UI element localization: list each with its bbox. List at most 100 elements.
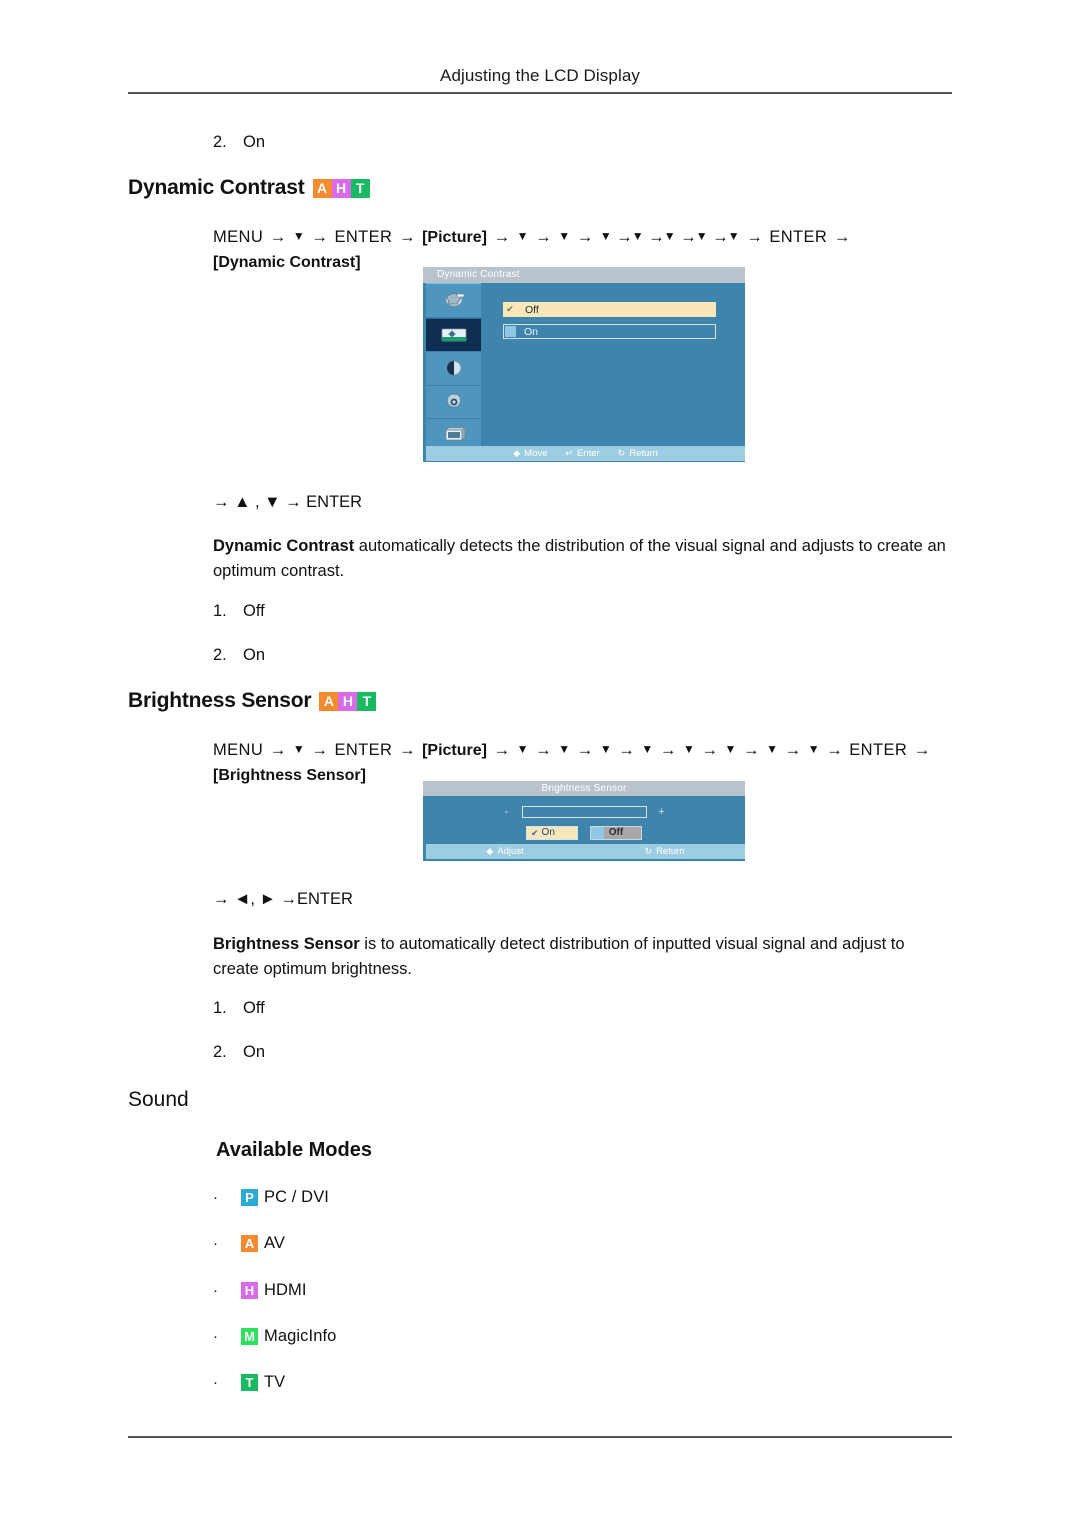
slider-minus-label[interactable]: - — [502, 806, 512, 818]
slider-plus-label[interactable]: + — [657, 806, 667, 818]
osd-footer-adjust: ◆ Adjust — [486, 844, 523, 859]
arrow-right-icon: → — [535, 228, 552, 246]
arrow-right-icon: → — [269, 228, 287, 246]
slider-track[interactable] — [521, 806, 647, 818]
description-dynamic-contrast: Dynamic Contrast automatically detects t… — [213, 534, 953, 584]
arrow-right-icon: → — [618, 741, 635, 759]
arrow-right-icon: → — [659, 741, 677, 759]
list-item: 2. On — [213, 133, 265, 152]
bullet-icon: · — [213, 1282, 218, 1299]
menu-path-enter-1: ENTER — [334, 228, 393, 246]
osd-sidebar-item-sound[interactable] — [426, 352, 481, 386]
badge-letter: P — [241, 1189, 258, 1206]
mode-label: AV — [264, 1234, 285, 1252]
osd-footer-bar: ◆ Move ↵ Enter ↻ Return — [426, 446, 745, 461]
mode-badge-group: AHT — [312, 178, 370, 198]
list-item-av: · A AV — [213, 1234, 285, 1253]
badge-letter: T — [241, 1374, 258, 1391]
mode-label: MagicInfo — [264, 1327, 337, 1345]
list-item-number: 2. — [213, 1043, 227, 1061]
osd-button-off[interactable]: Off — [590, 826, 642, 840]
section-heading-brightness-sensor: Brightness Sensor AHT — [128, 689, 377, 713]
osd-option-chip — [505, 326, 516, 337]
arrow-right-icon: → — [269, 741, 287, 759]
badge-letter: M — [241, 1328, 258, 1345]
sound-icon — [446, 361, 461, 376]
arrow-right-icon: → — [826, 741, 843, 759]
osd-button-on[interactable]: ✔ On — [526, 826, 578, 840]
arrow-down-icon: ▼ — [727, 229, 740, 243]
osd-toggle-buttons: ✔ On Off — [426, 826, 742, 840]
badge-tv-icon: T — [241, 1374, 258, 1391]
list-item-tv: · T TV — [213, 1373, 285, 1392]
osd-title: Brightness Sensor — [423, 781, 745, 796]
section-heading-text: Dynamic Contrast — [128, 176, 305, 199]
osd-footer-enter: ↵ Enter — [565, 446, 599, 461]
menu-path-menu: MENU — [213, 741, 264, 759]
arrow-right-icon: → — [576, 228, 594, 246]
menu-path-menu: MENU — [213, 228, 264, 246]
arrow-right-icon: → — [576, 741, 594, 759]
badge-hdmi-icon: H — [338, 691, 358, 711]
key-sequence-dynamic-contrast: → ▲ , ▼ → ENTER — [213, 493, 363, 511]
badge-tv-icon: T — [350, 178, 370, 198]
osd-footer-label: Return — [629, 448, 658, 459]
list-item-number: 1. — [213, 602, 227, 620]
list-item-label: On — [243, 646, 266, 664]
osd-footer-label: Adjust — [497, 846, 524, 857]
menu-path-picture: [Picture] — [422, 229, 487, 246]
osd-sidebar-item-picture[interactable] — [426, 317, 481, 353]
osd-option-off[interactable]: ✔ Off — [503, 302, 716, 317]
list-item-number: 2. — [213, 133, 227, 151]
badge-letter: H — [241, 1282, 258, 1299]
osd-button-label: On — [541, 827, 555, 838]
arrow-down-icon: ▼ — [663, 229, 676, 243]
menu-path-enter-2: ENTER — [849, 741, 908, 759]
arrow-right-icon: → — [398, 741, 416, 759]
section-heading-dynamic-contrast: Dynamic Contrast AHT — [128, 176, 370, 200]
osd-footer-label: Enter — [576, 448, 600, 459]
adjust-leftright-icon: ◆ — [486, 846, 494, 856]
mode-label: HDMI — [264, 1281, 307, 1299]
arrow-down-icon: ▼ — [599, 229, 612, 243]
enter-key-icon: ↵ — [565, 448, 573, 458]
menu-path-target: [Brightness Sensor] — [213, 767, 366, 784]
brightness-slider[interactable]: - + — [426, 806, 742, 818]
subsection-heading-available-modes: Available Modes — [216, 1139, 372, 1161]
picture-icon — [441, 328, 466, 342]
mode-label: TV — [264, 1373, 286, 1391]
list-item: 1. Off — [213, 602, 265, 621]
osd-sidebar-item-setup[interactable] — [426, 386, 481, 420]
page-header-title: Adjusting the LCD Display — [440, 66, 640, 85]
multi-control-monitor-icon — [444, 426, 466, 441]
osd-panel-brightness-sensor: Brightness Sensor - + ✔ On Off ◆ Adjust … — [423, 781, 745, 861]
arrow-right-icon: → — [746, 228, 763, 246]
document-page: Adjusting the LCD Display 2. On Dynamic C… — [0, 0, 1080, 1527]
header-divider — [128, 92, 952, 94]
list-item-magicinfo: · M MagicInfo — [213, 1327, 336, 1346]
badge-av-icon: A — [312, 178, 332, 198]
badge-hdmi-icon: H — [331, 178, 351, 198]
arrow-right-icon: → — [784, 741, 802, 759]
arrow-down-icon: ▼ — [695, 229, 708, 243]
bullet-icon: · — [213, 1374, 218, 1391]
arrow-down-icon: ▼ — [558, 229, 571, 243]
badge-tv-icon: T — [357, 691, 377, 711]
description-brightness-sensor: Brightness Sensor is to automatically de… — [213, 932, 953, 982]
osd-panel-dynamic-contrast: Dynamic Contrast ✔ Off On ◆ Move ↵ Enter… — [423, 267, 745, 462]
list-item-label: Off — [243, 999, 265, 1017]
osd-option-on[interactable]: On — [503, 324, 716, 339]
osd-sidebar-item-input[interactable] — [426, 284, 481, 318]
arrow-down-icon: ▼ — [292, 229, 305, 243]
osd-button-label: Off — [608, 827, 624, 838]
menu-path-target: [Dynamic Contrast] — [213, 254, 361, 271]
osd-footer-bar: ◆ Adjust ↻ Return — [426, 844, 745, 859]
osd-button-edge — [591, 827, 604, 839]
arrow-down-icon: ▼ — [766, 742, 779, 756]
osd-option-label: On — [524, 325, 539, 338]
list-item-number: 1. — [213, 999, 227, 1017]
arrow-right-icon: → — [398, 228, 416, 246]
input-source-icon — [445, 292, 464, 307]
arrow-down-icon: ▼ — [599, 742, 612, 756]
move-updown-icon: ◆ — [513, 448, 521, 458]
